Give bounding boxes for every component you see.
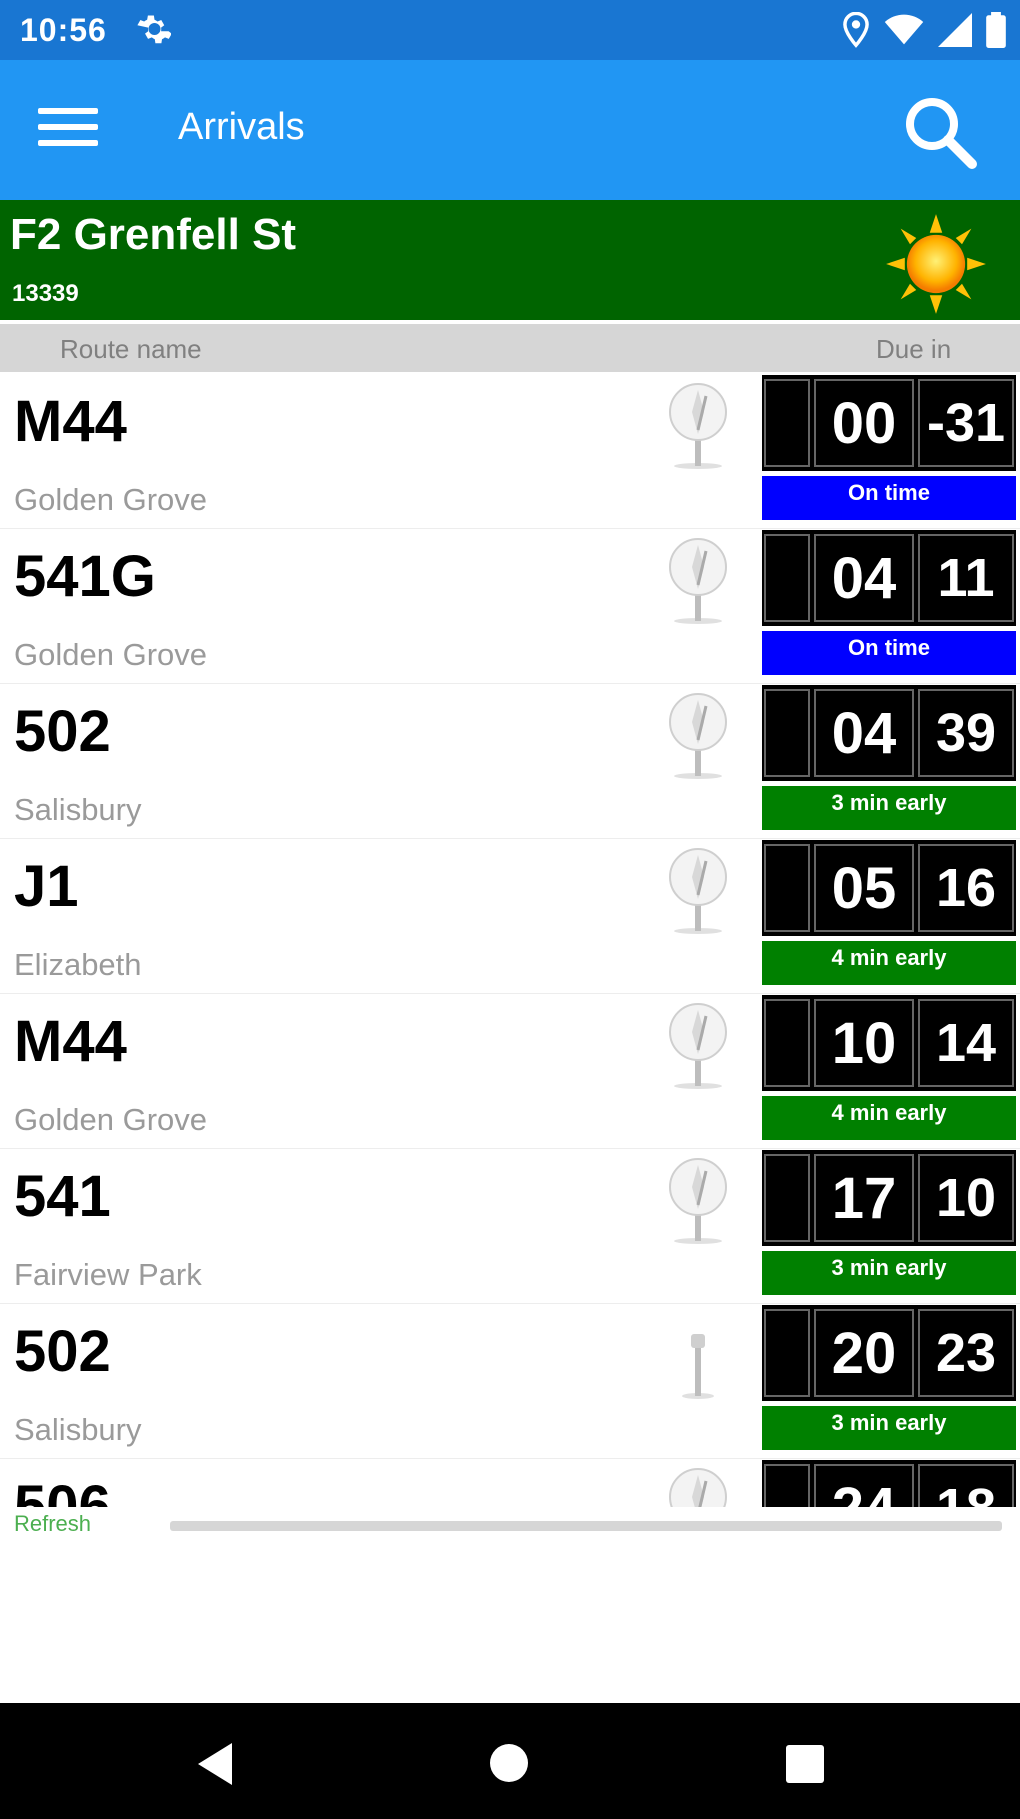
- arrival-row[interactable]: 541G Golden Grove 04 11 On time: [0, 529, 1020, 684]
- route-number: 541: [14, 1164, 111, 1229]
- route-destination: Salisbury: [14, 792, 142, 827]
- minutes-value: 04: [814, 534, 914, 622]
- refresh-area: Refresh: [0, 1507, 1020, 1543]
- search-icon[interactable]: [900, 92, 980, 172]
- minutes-value: 24: [814, 1464, 914, 1507]
- status-badge: On time: [762, 476, 1016, 520]
- route-number: J1: [14, 854, 79, 919]
- board-blank-cell: [764, 534, 810, 622]
- bus-stop-sign-icon: [669, 383, 727, 469]
- minutes-value: 20: [814, 1309, 914, 1397]
- bus-stop-sign-icon: [669, 693, 727, 779]
- minutes-value: 04: [814, 689, 914, 777]
- route-destination: Golden Grove: [14, 1102, 207, 1137]
- seconds-value: 11: [918, 534, 1014, 622]
- sun-weather-icon: [886, 214, 986, 314]
- status-bar: 10:56: [0, 0, 1020, 60]
- recent-apps-square-icon[interactable]: [785, 1744, 825, 1784]
- stop-name: F2 Grenfell St: [10, 210, 297, 259]
- bus-stop-sign-icon: [669, 1158, 727, 1244]
- arrival-row[interactable]: J1 Elizabeth 05 16 4 min early: [0, 839, 1020, 994]
- arrival-row[interactable]: M44 Golden Grove 00 -31 On time: [0, 374, 1020, 529]
- wifi-icon: [884, 14, 924, 45]
- board-blank-cell: [764, 1464, 810, 1507]
- status-badge: 3 min early: [762, 786, 1016, 830]
- location-icon: [843, 12, 869, 48]
- countdown-board: 00 -31: [762, 375, 1016, 471]
- countdown-board: 04 39: [762, 685, 1016, 781]
- countdown-board: 04 11: [762, 530, 1016, 626]
- refresh-progress-bar: [170, 1521, 1002, 1531]
- minutes-value: 00: [814, 379, 914, 467]
- arrival-row[interactable]: 502 Salisbury 20 23 3 min early: [0, 1304, 1020, 1459]
- minutes-value: 05: [814, 844, 914, 932]
- board-blank-cell: [764, 844, 810, 932]
- arrival-row[interactable]: 502 Salisbury 04 39 3 min early: [0, 684, 1020, 839]
- status-badge: On time: [762, 631, 1016, 675]
- hamburger-menu-icon[interactable]: [38, 108, 98, 152]
- countdown-board: 10 14: [762, 995, 1016, 1091]
- status-badge: 4 min early: [762, 1096, 1016, 1140]
- board-blank-cell: [764, 1309, 810, 1397]
- seconds-value: 18: [918, 1464, 1014, 1507]
- seconds-value: 14: [918, 999, 1014, 1087]
- system-nav-bar: [0, 1703, 1020, 1819]
- bus-stop-sign-icon: [669, 538, 727, 624]
- seconds-value: -31: [918, 379, 1014, 467]
- back-triangle-icon[interactable]: [192, 1739, 242, 1789]
- countdown-board: 05 16: [762, 840, 1016, 936]
- stop-code: 13339: [12, 280, 79, 307]
- bus-stop-pole-icon: [682, 1334, 714, 1399]
- status-badge: 4 min early: [762, 941, 1016, 985]
- bus-stop-sign-icon: [669, 848, 727, 934]
- minutes-value: 17: [814, 1154, 914, 1242]
- route-number: 541G: [14, 544, 156, 609]
- column-header: Route name Due in: [0, 324, 1020, 372]
- stop-header: F2 Grenfell St 13339: [0, 200, 1020, 320]
- route-number: M44: [14, 389, 127, 454]
- route-number: 506: [14, 1474, 111, 1507]
- due-in-column-label: Due in: [876, 334, 952, 364]
- board-blank-cell: [764, 1154, 810, 1242]
- status-time: 10:56: [20, 12, 107, 48]
- countdown-board: 24 18: [762, 1460, 1016, 1507]
- refresh-label[interactable]: Refresh: [14, 1511, 91, 1537]
- seconds-value: 23: [918, 1309, 1014, 1397]
- route-destination: Fairview Park: [14, 1257, 202, 1292]
- minutes-value: 10: [814, 999, 914, 1087]
- status-badge: 3 min early: [762, 1406, 1016, 1450]
- bus-stop-sign-icon: [669, 1003, 727, 1089]
- board-blank-cell: [764, 379, 810, 467]
- route-destination: Golden Grove: [14, 637, 207, 672]
- route-number: 502: [14, 1319, 111, 1384]
- board-blank-cell: [764, 999, 810, 1087]
- seconds-value: 10: [918, 1154, 1014, 1242]
- route-destination: Salisbury: [14, 1412, 142, 1447]
- route-name-column-label: Route name: [60, 334, 202, 364]
- arrival-row[interactable]: M44 Golden Grove 10 14 4 min early: [0, 994, 1020, 1149]
- route-number: M44: [14, 1009, 127, 1074]
- battery-icon: [986, 12, 1006, 48]
- route-destination: Golden Grove: [14, 482, 207, 517]
- bus-stop-sign-icon: [669, 1468, 727, 1507]
- arrival-row[interactable]: 506 24 18: [0, 1459, 1020, 1507]
- countdown-board: 20 23: [762, 1305, 1016, 1401]
- countdown-board: 17 10: [762, 1150, 1016, 1246]
- status-badge: 3 min early: [762, 1251, 1016, 1295]
- board-blank-cell: [764, 689, 810, 777]
- cell-signal-icon: [938, 13, 972, 47]
- arrival-row[interactable]: 541 Fairview Park 17 10 3 min early: [0, 1149, 1020, 1304]
- seconds-value: 16: [918, 844, 1014, 932]
- route-destination: Elizabeth: [14, 947, 142, 982]
- app-bar: Arrivals: [0, 60, 1020, 200]
- page-title: Arrivals: [178, 106, 305, 148]
- settings-gear-icon: [137, 15, 171, 44]
- home-circle-icon[interactable]: [489, 1743, 529, 1783]
- status-icons: [842, 12, 1006, 48]
- route-number: 502: [14, 699, 111, 764]
- seconds-value: 39: [918, 689, 1014, 777]
- arrivals-list[interactable]: M44 Golden Grove 00 -31 On time 541G Gol…: [0, 374, 1020, 1507]
